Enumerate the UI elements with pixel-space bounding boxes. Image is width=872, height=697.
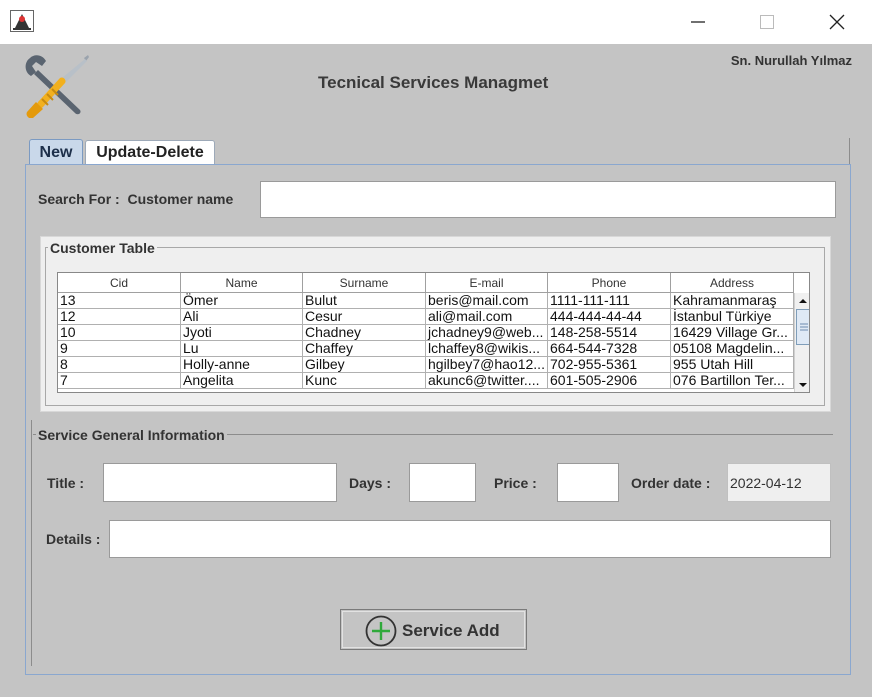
cell-phone: 702-955-5361: [548, 357, 671, 372]
maximize-button[interactable]: [744, 4, 790, 40]
tab-strip-divider: [849, 138, 850, 165]
cell-address: İstanbul Türkiye: [671, 309, 794, 324]
details-label: Details :: [46, 531, 101, 547]
cell-cid: 7: [58, 373, 181, 388]
table-row[interactable]: 13 Ömer Bulut beris@mail.com 1111-111-11…: [58, 293, 794, 309]
cell-email: beris@mail.com: [426, 293, 548, 308]
column-header-address[interactable]: Address: [671, 273, 794, 293]
cell-email: akunc6@twitter....: [426, 373, 548, 388]
table-vertical-scrollbar[interactable]: [794, 293, 809, 392]
scroll-down-arrow-icon: [799, 383, 807, 387]
cell-cid: 13: [58, 293, 181, 308]
minimize-icon: [691, 21, 705, 23]
cell-email: lchaffey8@wikis...: [426, 341, 548, 356]
scroll-thumb[interactable]: [796, 309, 809, 345]
cell-address: 05108 Magdelin...: [671, 341, 794, 356]
cell-cid: 12: [58, 309, 181, 324]
table-row[interactable]: 9 Lu Chaffey lchaffey8@wikis... 664-544-…: [58, 341, 794, 357]
cell-phone: 444-444-44-44: [548, 309, 671, 324]
cell-surname: Bulut: [303, 293, 426, 308]
cell-email: ali@mail.com: [426, 309, 548, 324]
cell-surname: Chadney: [303, 325, 426, 340]
user-name: Sn. Nurullah Yılmaz: [730, 53, 852, 68]
cell-surname: Kunc: [303, 373, 426, 388]
column-header-surname[interactable]: Surname: [303, 273, 426, 293]
service-add-label: Service Add: [402, 621, 500, 640]
wrench-screwdriver-icon: [22, 52, 90, 119]
cell-surname: Gilbey: [303, 357, 426, 372]
cell-cid: 10: [58, 325, 181, 340]
order-date-field[interactable]: 2022-04-12: [727, 463, 831, 502]
grip-icon: [800, 323, 808, 331]
service-add-button[interactable]: Service Add: [340, 609, 527, 650]
minimize-button[interactable]: [675, 4, 721, 40]
cell-name: Ali: [181, 309, 303, 324]
order-date-label: Order date :: [631, 475, 711, 491]
cell-phone: 601-505-2906: [548, 373, 671, 388]
service-section-title: Service General Information: [36, 427, 227, 443]
table-row[interactable]: 8 Holly-anne Gilbey hgilbey7@hao12... 70…: [58, 357, 794, 373]
column-header-email[interactable]: E-mail: [426, 273, 548, 293]
column-header-cid[interactable]: Cid: [58, 273, 181, 293]
page-title: Tecnical Services Managmet: [318, 73, 549, 92]
customer-table[interactable]: Cid Name Surname E-mail Phone Address 13…: [57, 272, 810, 393]
scroll-down-button[interactable]: [795, 377, 809, 392]
cell-name: Holly-anne: [181, 357, 303, 372]
customer-search-input[interactable]: [260, 181, 836, 218]
cell-cid: 8: [58, 357, 181, 372]
cell-address: 955 Utah Hill: [671, 357, 794, 372]
tab-new[interactable]: New: [29, 139, 83, 165]
panel-divider: [31, 420, 32, 666]
cell-phone: 148-258-5514: [548, 325, 671, 340]
java-duke-icon: [10, 10, 34, 32]
cell-name: Jyoti: [181, 325, 303, 340]
days-input[interactable]: [409, 463, 476, 502]
cell-email: jchadney9@web...: [426, 325, 548, 340]
title-bar: [0, 0, 872, 44]
details-input[interactable]: [109, 520, 831, 558]
cell-address: 16429 Village Gr...: [671, 325, 794, 340]
days-label: Days :: [349, 475, 392, 491]
column-header-name[interactable]: Name: [181, 273, 303, 293]
price-input[interactable]: [557, 463, 619, 502]
title-input[interactable]: [103, 463, 337, 502]
column-header-phone[interactable]: Phone: [548, 273, 671, 293]
cell-surname: Cesur: [303, 309, 426, 324]
cell-name: Lu: [181, 341, 303, 356]
cell-email: hgilbey7@hao12...: [426, 357, 548, 372]
cell-phone: 664-544-7328: [548, 341, 671, 356]
table-row[interactable]: 10 Jyoti Chadney jchadney9@web... 148-25…: [58, 325, 794, 341]
cell-address: Kahramanmaraş: [671, 293, 794, 308]
plus-circle-icon: [365, 615, 397, 647]
cell-address: 076 Bartillon Ter...: [671, 373, 794, 388]
scroll-up-button[interactable]: [795, 293, 809, 309]
cell-cid: 9: [58, 341, 181, 356]
scroll-up-arrow-icon: [799, 299, 807, 303]
close-button[interactable]: [814, 4, 860, 40]
table-body: 13 Ömer Bulut beris@mail.com 1111-111-11…: [58, 293, 794, 389]
customer-table-title: Customer Table: [48, 240, 157, 256]
table-row[interactable]: 7 Angelita Kunc akunc6@twitter.... 601-5…: [58, 373, 794, 389]
title-label: Title :: [47, 475, 85, 491]
cell-name: Angelita: [181, 373, 303, 388]
maximize-icon: [760, 15, 774, 29]
search-label: Search For : Customer name: [38, 191, 234, 207]
table-header: Cid Name Surname E-mail Phone Address: [58, 273, 794, 293]
price-label: Price :: [494, 475, 537, 491]
tab-update-delete[interactable]: Update-Delete: [85, 140, 215, 165]
cell-phone: 1111-111-111: [548, 293, 671, 308]
cell-surname: Chaffey: [303, 341, 426, 356]
table-row[interactable]: 12 Ali Cesur ali@mail.com 444-444-44-44 …: [58, 309, 794, 325]
close-icon: [829, 14, 845, 30]
cell-name: Ömer: [181, 293, 303, 308]
